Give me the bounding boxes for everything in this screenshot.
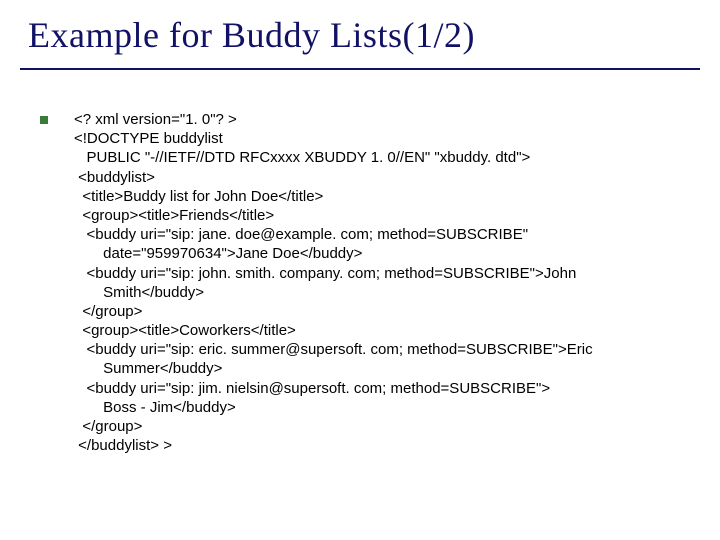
code-block: <? xml version="1. 0"? > <!DOCTYPE buddy… xyxy=(74,110,593,455)
slide: Example for Buddy Lists(1/2) <? xml vers… xyxy=(0,0,720,540)
slide-body: <? xml version="1. 0"? > <!DOCTYPE buddy… xyxy=(40,110,680,455)
slide-title: Example for Buddy Lists(1/2) xyxy=(28,14,700,56)
square-bullet-icon xyxy=(40,116,48,124)
bullet-row: <? xml version="1. 0"? > <!DOCTYPE buddy… xyxy=(40,110,680,455)
title-underline xyxy=(20,68,700,70)
title-area: Example for Buddy Lists(1/2) xyxy=(28,14,700,56)
